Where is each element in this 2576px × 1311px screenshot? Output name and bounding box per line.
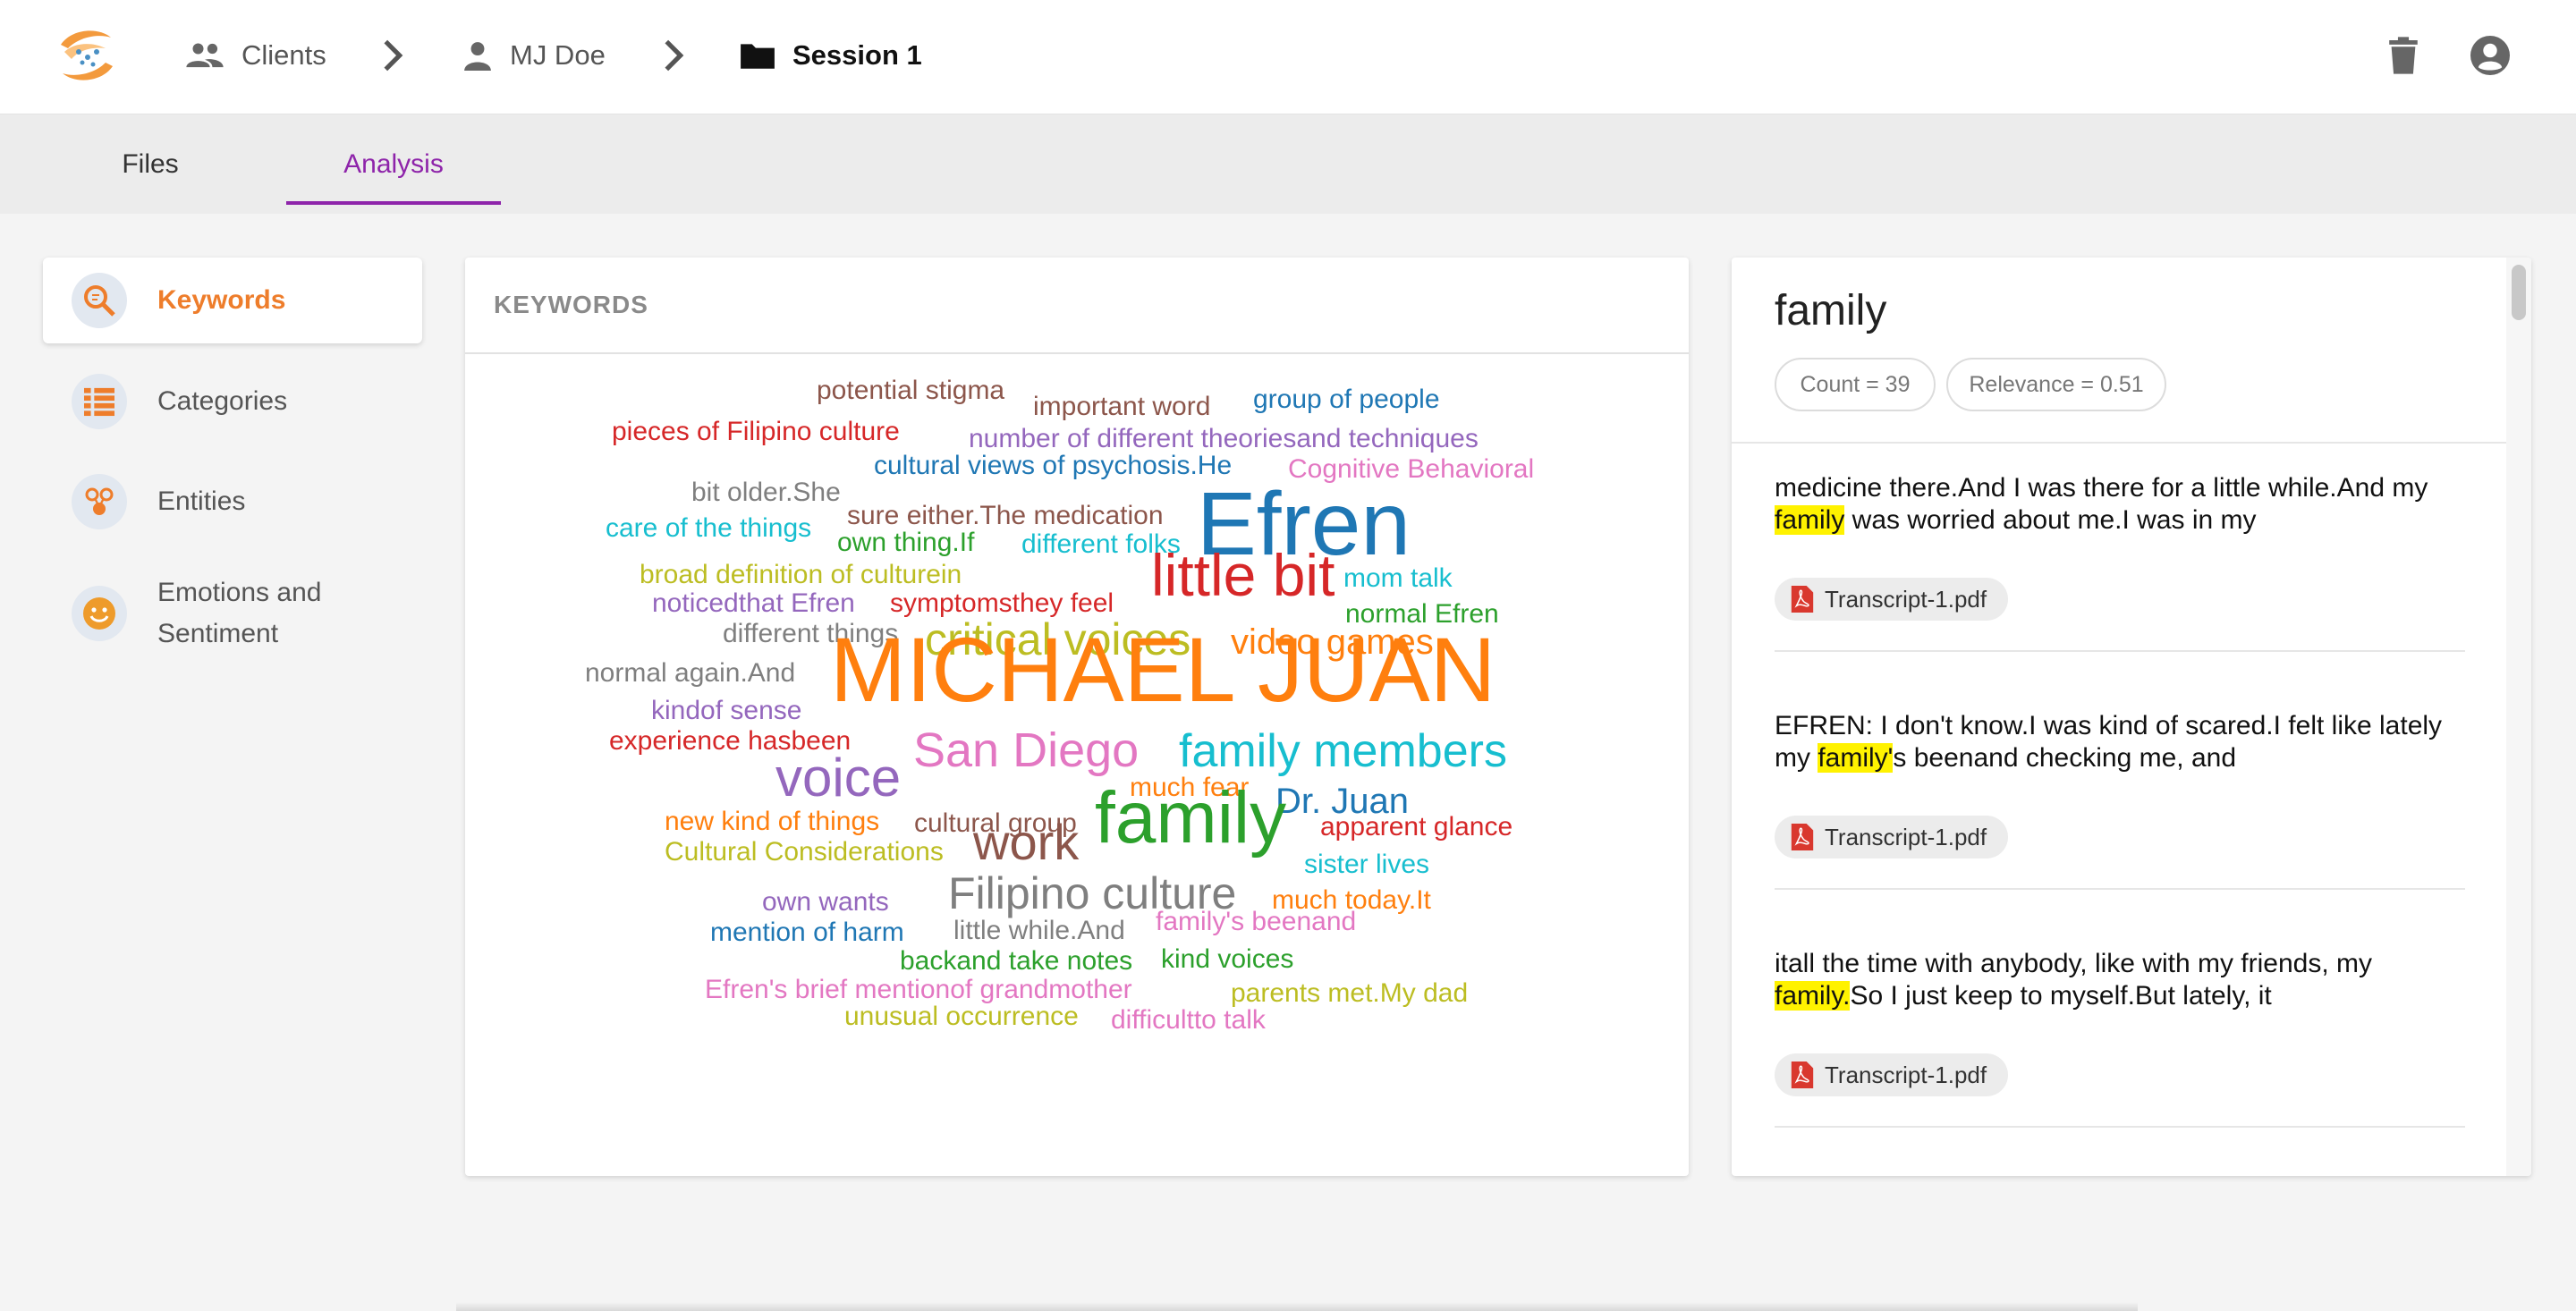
breadcrumb-client-mj-doe[interactable]: MJ Doe bbox=[462, 30, 606, 80]
keyword-word[interactable]: important word bbox=[1033, 393, 1210, 420]
keyword-word[interactable]: own wants bbox=[762, 889, 889, 916]
keywords-search-icon bbox=[72, 273, 127, 328]
file-chip[interactable]: Transcript-1.pdf bbox=[1775, 578, 2009, 621]
scrollbar-thumb[interactable] bbox=[2512, 265, 2526, 320]
selected-keyword-title: family bbox=[1775, 287, 1887, 334]
keyword-word[interactable]: family bbox=[1095, 782, 1286, 855]
keyword-word[interactable]: family members bbox=[1179, 728, 1507, 774]
file-chip[interactable]: Transcript-1.pdf bbox=[1775, 816, 2009, 858]
pdf-file-icon bbox=[1791, 1061, 1814, 1088]
tab-bar: Files Analysis bbox=[0, 114, 2576, 214]
nav-label: Entities bbox=[157, 486, 246, 516]
keyword-word[interactable]: mom talk bbox=[1343, 565, 1453, 592]
person-icon bbox=[464, 42, 491, 71]
nav-label: Emotions and Sentiment bbox=[157, 578, 322, 648]
active-tab-indicator bbox=[286, 201, 501, 205]
tab-analysis[interactable]: Analysis bbox=[286, 114, 501, 214]
keyword-word[interactable]: broad definition of culturein bbox=[640, 562, 962, 588]
divider bbox=[1775, 888, 2465, 890]
keyword-word[interactable]: apparent glance bbox=[1320, 814, 1513, 841]
keyword-word[interactable]: symptomsthey feel bbox=[890, 590, 1114, 617]
excerpt-text: medicine there.And I was there for a lit… bbox=[1775, 473, 2428, 535]
keyword-word[interactable]: kindof sense bbox=[651, 698, 801, 724]
file-chip[interactable]: Transcript-1.pdf bbox=[1775, 1053, 2009, 1096]
keyword-word[interactable]: backand take notes bbox=[900, 948, 1132, 975]
keyword-word[interactable]: MICHAEL JUAN bbox=[830, 624, 1496, 715]
breadcrumb-label: Session 1 bbox=[792, 39, 922, 71]
keyword-word[interactable]: potential stigma bbox=[817, 377, 1004, 404]
keyword-word[interactable]: work bbox=[973, 817, 1079, 867]
folder-icon bbox=[741, 44, 775, 69]
nav-keywords[interactable]: Keywords bbox=[43, 258, 422, 343]
breadcrumb-clients[interactable]: Clients bbox=[184, 30, 326, 80]
keyword-word[interactable]: mention of harm bbox=[710, 919, 904, 946]
keyword-detail-panel: family Count = 39 Relevance = 0.51 medic… bbox=[1732, 258, 2531, 1176]
keyword-word[interactable]: parents met.My dad bbox=[1231, 980, 1468, 1007]
app-header: Clients MJ Doe Session 1 bbox=[0, 0, 2576, 114]
people-icon bbox=[186, 43, 224, 68]
keyword-word[interactable]: new kind of things bbox=[665, 808, 879, 835]
breadcrumb-label: MJ Doe bbox=[510, 39, 606, 71]
breadcrumb-session[interactable]: Session 1 bbox=[739, 30, 922, 80]
keyword-word[interactable]: San Diego bbox=[913, 726, 1139, 774]
keyword-word[interactable]: cultural views of psychosis.He bbox=[874, 453, 1232, 479]
file-name: Transcript-1.pdf bbox=[1825, 1061, 1987, 1088]
keyword-word[interactable]: little bit bbox=[1151, 546, 1335, 605]
keyword-word[interactable]: noticedthat Efren bbox=[652, 590, 855, 617]
keyword-word[interactable]: sister lives bbox=[1304, 851, 1429, 878]
scrollbar-track[interactable] bbox=[2506, 258, 2531, 1176]
chevron-right-icon bbox=[665, 39, 684, 72]
keyword-word[interactable]: own thing.If bbox=[837, 529, 974, 556]
excerpt-text: itall the time with anybody, like with m… bbox=[1775, 949, 2373, 1011]
nav-emotions-sentiment[interactable]: Emotions and Sentiment bbox=[43, 560, 422, 667]
file-name: Transcript-1.pdf bbox=[1825, 823, 1987, 850]
keyword-word[interactable]: difficultto talk bbox=[1111, 1007, 1266, 1034]
keyword-word[interactable]: unusual occurrence bbox=[844, 1003, 1079, 1030]
keyword-word[interactable]: number of different theoriesand techniqu… bbox=[969, 426, 1479, 453]
smiley-icon bbox=[72, 586, 127, 641]
entities-icon bbox=[72, 474, 127, 529]
pdf-file-icon bbox=[1791, 824, 1814, 850]
keywords-panel-title: KEYWORDS bbox=[465, 258, 1689, 354]
keyword-word[interactable]: normal again.And bbox=[585, 660, 795, 687]
keyword-word[interactable]: sure either.The medication bbox=[847, 503, 1164, 529]
trash-icon[interactable] bbox=[2388, 36, 2419, 75]
keyword-word[interactable]: care of the things bbox=[606, 515, 811, 542]
keyword-word[interactable]: pieces of Filipino culture bbox=[612, 419, 900, 445]
nav-label: Keywords bbox=[157, 285, 286, 315]
highlighted-match: family' bbox=[1818, 743, 1894, 773]
keyword-word[interactable]: kind voices bbox=[1161, 946, 1293, 973]
excerpt-text: EFREN: I don't know.I was kind of scared… bbox=[1775, 711, 2443, 773]
tab-files[interactable]: Files bbox=[72, 114, 229, 214]
keyword-word[interactable]: Cultural Considerations bbox=[665, 839, 944, 866]
keywords-panel: KEYWORDS potential stigma important word g… bbox=[465, 258, 1689, 1176]
keyword-word[interactable]: family's beenand bbox=[1156, 909, 1356, 935]
keyword-word[interactable]: group of people bbox=[1253, 386, 1440, 413]
keyword-word[interactable]: Efren's brief mentionof grandmother bbox=[705, 977, 1132, 1003]
divider bbox=[1775, 650, 2465, 652]
highlighted-match: family bbox=[1775, 505, 1845, 535]
account-circle-icon[interactable] bbox=[2470, 36, 2510, 75]
pdf-file-icon bbox=[1791, 586, 1814, 613]
highlighted-match: family. bbox=[1775, 981, 1851, 1011]
nav-label: Categories bbox=[157, 386, 288, 416]
word-cloud: potential stigma important word group of p… bbox=[465, 354, 1689, 1176]
categories-list-icon bbox=[72, 374, 127, 429]
file-name: Transcript-1.pdf bbox=[1825, 585, 1987, 613]
breadcrumb-label: Clients bbox=[242, 39, 326, 71]
bottom-edge bbox=[456, 1302, 2138, 1311]
nav-entities[interactable]: Entities bbox=[43, 460, 422, 544]
divider bbox=[1732, 442, 2510, 444]
divider bbox=[1775, 1126, 2465, 1128]
app-logo-icon[interactable] bbox=[55, 25, 118, 86]
relevance-badge: Relevance = 0.51 bbox=[1946, 358, 2166, 411]
keyword-word[interactable]: bit older.She bbox=[691, 479, 841, 506]
chevron-right-icon bbox=[384, 39, 403, 72]
keyword-word[interactable]: voice bbox=[775, 751, 901, 805]
count-badge: Count = 39 bbox=[1775, 358, 1936, 411]
keyword-word[interactable]: little while.And bbox=[953, 918, 1125, 944]
nav-categories[interactable]: Categories bbox=[43, 359, 422, 444]
